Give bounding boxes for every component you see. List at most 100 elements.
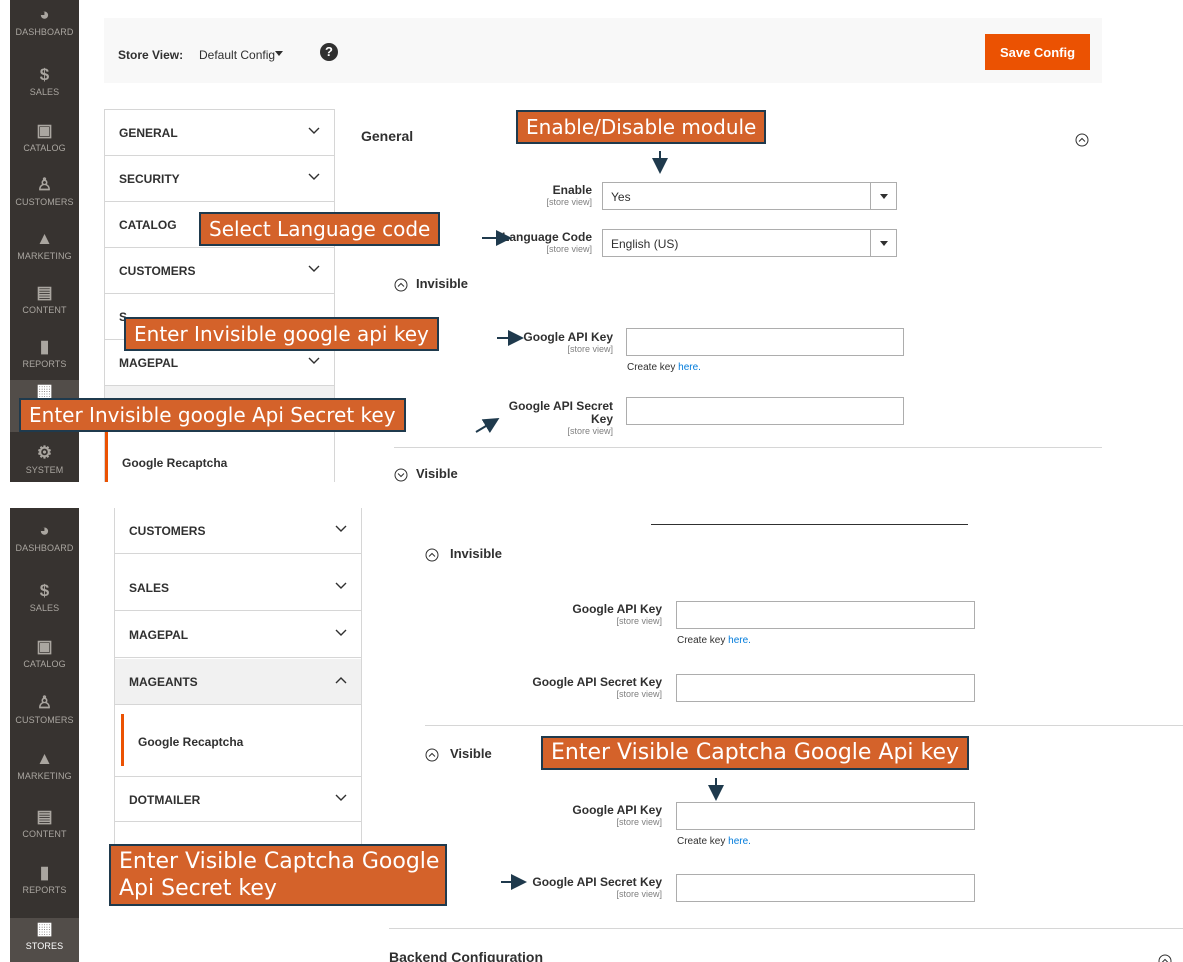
collapse-circle-icon[interactable] xyxy=(1158,954,1172,962)
caret-down-icon[interactable] xyxy=(275,51,283,56)
chevron-down-icon xyxy=(308,173,320,180)
backend-configuration-title[interactable]: Backend Configuration xyxy=(389,949,543,962)
invisible-api-key-input[interactable] xyxy=(676,601,975,629)
store-view-switcher[interactable]: Default Config xyxy=(199,48,275,62)
collapse-circle-icon[interactable] xyxy=(394,278,408,292)
divider xyxy=(389,928,1183,929)
top-screenshot-panel: ◕ DASHBOARD $ SALES ▣ CATALOG ♙ CUSTOMER… xyxy=(0,0,1183,482)
invisible-api-key-label: Google API Key [store view] xyxy=(523,330,613,355)
store-view-bar: Store View: Default Config ? Save Config xyxy=(104,18,1102,83)
dollar-icon: $ xyxy=(39,65,50,84)
divider xyxy=(425,725,1183,726)
nav-dashboard[interactable]: ◕ DASHBOARD xyxy=(10,4,79,56)
nav-content[interactable]: ▤ CONTENT xyxy=(10,282,79,334)
tab-mageants[interactable]: MAGEANTS xyxy=(115,659,361,705)
visible-section-title[interactable]: Visible xyxy=(450,746,492,761)
nav-system[interactable]: ⚙ SYSTEM xyxy=(10,442,79,482)
nav-customers[interactable]: ♙ CUSTOMERS xyxy=(10,692,79,744)
tab-magepal[interactable]: MAGEPAL xyxy=(115,612,361,658)
admin-sidebar: ◕ DASHBOARD $ SALES ▣ CATALOG ♙ CUSTOMER… xyxy=(10,508,79,962)
nav-marketing[interactable]: ▲ MARKETING xyxy=(10,748,79,800)
divider xyxy=(651,524,968,525)
nav-catalog[interactable]: ▣ CATALOG xyxy=(10,636,79,688)
nav-customers[interactable]: ♙ CUSTOMERS xyxy=(10,174,79,226)
config-tabs: CUSTOMERS SALES MAGEPAL MAGEANTS Google … xyxy=(114,508,362,882)
visible-api-key-label: Google API Key [store view] xyxy=(572,803,662,828)
tab-customers[interactable]: CUSTOMERS xyxy=(105,248,334,294)
language-code-select[interactable]: English (US) xyxy=(602,229,897,257)
chevron-down-icon xyxy=(308,127,320,134)
chevron-down-icon xyxy=(308,357,320,364)
callout-visible-api-key: Enter Visible Captcha Google Api key xyxy=(541,736,970,770)
invisible-section-title[interactable]: Invisible xyxy=(416,276,468,291)
bar-chart-icon: ▮ xyxy=(39,337,50,356)
invisible-secret-key-label: Google API Secret Key [store view] xyxy=(532,675,662,700)
chevron-down-icon xyxy=(335,794,347,801)
bottom-screenshot-panel: ◕ DASHBOARD $ SALES ▣ CATALOG ♙ CUSTOMER… xyxy=(0,508,1183,962)
chevron-down-icon xyxy=(335,582,347,589)
tab-customers[interactable]: CUSTOMERS xyxy=(115,508,361,554)
enable-label: Enable [store view] xyxy=(546,183,592,208)
collapse-circle-icon[interactable] xyxy=(425,548,439,562)
nav-reports[interactable]: ▮ REPORTS xyxy=(10,862,79,914)
tab-item-google-recaptcha[interactable]: Google Recaptcha xyxy=(105,432,334,482)
help-icon[interactable]: ? xyxy=(320,43,338,61)
chevron-down-icon xyxy=(335,629,347,636)
collapse-circle-icon[interactable] xyxy=(1075,133,1089,147)
tab-security[interactable]: SECURITY xyxy=(105,156,334,202)
dashboard-icon: ◕ xyxy=(39,521,50,540)
invisible-create-key-hint: Create key here. xyxy=(627,362,701,373)
nav-dashboard[interactable]: ◕ DASHBOARD xyxy=(10,520,79,572)
visible-create-key-hint: Create key here. xyxy=(677,836,751,847)
invisible-secret-key-label: Google API Secret Key [store view] xyxy=(508,399,613,437)
nav-sales[interactable]: $ SALES xyxy=(10,64,79,116)
save-config-button[interactable]: Save Config xyxy=(985,34,1090,70)
layout-icon: ▤ xyxy=(36,807,53,826)
tab-item-google-recaptcha[interactable]: Google Recaptcha xyxy=(121,714,361,766)
callout-invisible-secret-key: Enter Invisible google Api Secret key xyxy=(19,398,406,432)
callout-language-code: Select Language code xyxy=(199,212,441,246)
store-view-label: Store View: xyxy=(118,48,184,62)
visible-api-key-input[interactable] xyxy=(676,802,975,830)
visible-section-title[interactable]: Visible xyxy=(416,466,458,481)
dashboard-icon: ◕ xyxy=(39,5,50,24)
chevron-up-icon xyxy=(335,677,347,684)
create-key-link[interactable]: here. xyxy=(728,635,751,646)
invisible-create-key-hint: Create key here. xyxy=(677,635,751,646)
megaphone-icon: ▲ xyxy=(36,749,53,768)
enable-select[interactable]: Yes xyxy=(602,182,897,210)
tab-sales[interactable]: SALES xyxy=(115,565,361,611)
shop-icon: ▦ xyxy=(36,919,53,938)
invisible-section-title[interactable]: Invisible xyxy=(450,546,502,561)
visible-secret-key-input[interactable] xyxy=(676,874,975,902)
nav-sales[interactable]: $ SALES xyxy=(10,580,79,632)
create-key-link[interactable]: here. xyxy=(728,836,751,847)
dropdown-arrow-icon xyxy=(870,183,896,209)
callout-enable-module: Enable/Disable module xyxy=(516,110,767,144)
expand-circle-icon[interactable] xyxy=(394,468,408,482)
invisible-secret-key-input[interactable] xyxy=(626,397,904,425)
invisible-secret-key-input[interactable] xyxy=(676,674,975,702)
divider xyxy=(394,447,1102,448)
megaphone-icon: ▲ xyxy=(36,229,53,248)
person-icon: ♙ xyxy=(36,175,53,194)
create-key-link[interactable]: here. xyxy=(678,362,701,373)
nav-content[interactable]: ▤ CONTENT xyxy=(10,806,79,858)
dollar-icon: $ xyxy=(39,581,50,600)
dropdown-arrow-icon xyxy=(870,230,896,256)
cube-icon: ▣ xyxy=(36,637,53,656)
cube-icon: ▣ xyxy=(36,121,53,140)
person-icon: ♙ xyxy=(36,693,53,712)
gear-icon: ⚙ xyxy=(36,443,53,462)
callout-invisible-api-key: Enter Invisible google api key xyxy=(124,317,439,351)
collapse-circle-icon[interactable] xyxy=(425,748,439,762)
nav-stores[interactable]: ▦ STORES xyxy=(10,918,79,962)
visible-secret-key-label: Google API Secret Key [store view] xyxy=(532,875,662,900)
tab-dotmailer[interactable]: DOTMAILER xyxy=(115,776,361,822)
tab-general[interactable]: GENERAL xyxy=(105,110,334,156)
invisible-api-key-input[interactable] xyxy=(626,328,904,356)
general-section-title[interactable]: General xyxy=(361,128,413,144)
invisible-api-key-label: Google API Key [store view] xyxy=(572,602,662,627)
nav-catalog[interactable]: ▣ CATALOG xyxy=(10,120,79,172)
nav-marketing[interactable]: ▲ MARKETING xyxy=(10,228,79,280)
